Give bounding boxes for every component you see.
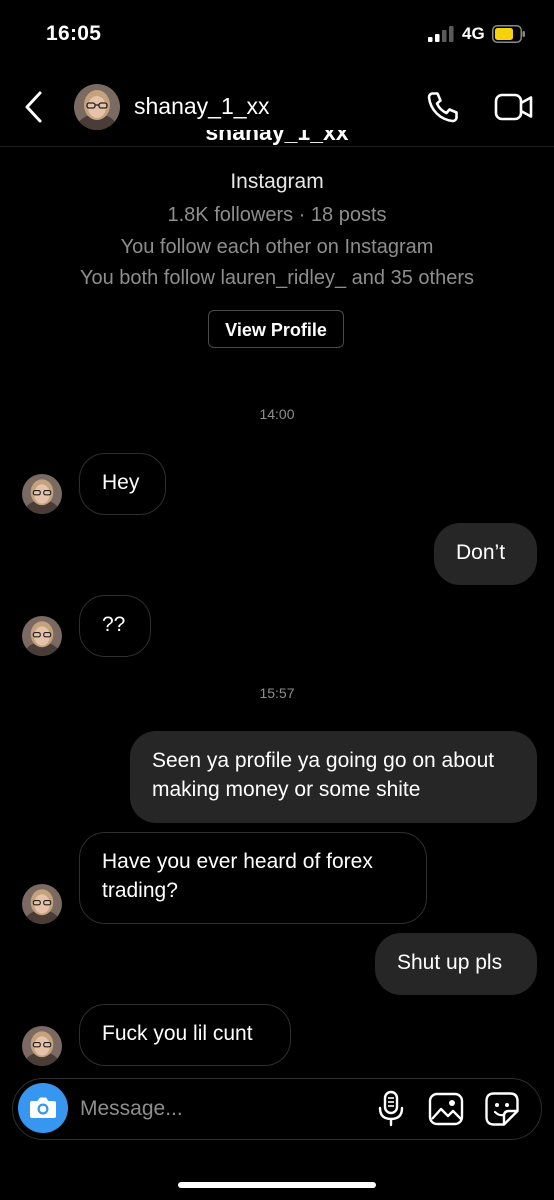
sender-avatar[interactable] [22, 1026, 62, 1066]
camera-icon [30, 1097, 56, 1118]
image-icon[interactable] [428, 1092, 464, 1126]
header-divider [0, 146, 554, 147]
camera-button[interactable] [18, 1083, 68, 1133]
incoming-message[interactable]: Have you ever heard of forex trading? [79, 832, 427, 924]
signal-icon [428, 26, 454, 42]
phone-icon[interactable] [424, 88, 462, 126]
timestamp: 15:57 [259, 685, 295, 701]
profile-mutual-friends: You both follow lauren_ridley_ and 35 ot… [80, 267, 474, 289]
outgoing-message[interactable]: Shut up pls [375, 933, 537, 995]
header-username[interactable]: shanay_1_xx [134, 93, 270, 120]
outgoing-message[interactable]: Don’t [434, 523, 537, 585]
profile-name: shanay_1_xx [205, 130, 349, 145]
sticker-icon[interactable] [484, 1091, 520, 1127]
battery-icon [492, 25, 525, 43]
incoming-message[interactable]: Hey [79, 453, 166, 515]
profile-mutual-follow: You follow each other on Instagram [120, 236, 434, 258]
view-profile-button[interactable]: View Profile [208, 310, 344, 348]
status-time: 16:05 [46, 22, 102, 45]
sender-avatar[interactable] [22, 616, 62, 656]
incoming-message[interactable]: ?? [79, 595, 151, 657]
microphone-icon[interactable] [376, 1090, 406, 1128]
video-camera-icon[interactable] [494, 92, 534, 122]
timestamp: 14:00 [259, 406, 295, 422]
header-avatar[interactable] [74, 84, 120, 130]
network-label: 4G [462, 24, 485, 43]
chevron-left-icon[interactable] [20, 90, 50, 124]
profile-platform: Instagram [230, 170, 324, 193]
sender-avatar[interactable] [22, 884, 62, 924]
incoming-message[interactable]: Fuck you lil cunt [79, 1004, 291, 1066]
home-indicator [178, 1182, 376, 1188]
sender-avatar[interactable] [22, 474, 62, 514]
message-input[interactable] [80, 1092, 360, 1126]
outgoing-message[interactable]: Seen ya profile ya going go on about mak… [130, 731, 537, 823]
profile-stats: 1.8K followers · 18 posts [167, 204, 387, 226]
